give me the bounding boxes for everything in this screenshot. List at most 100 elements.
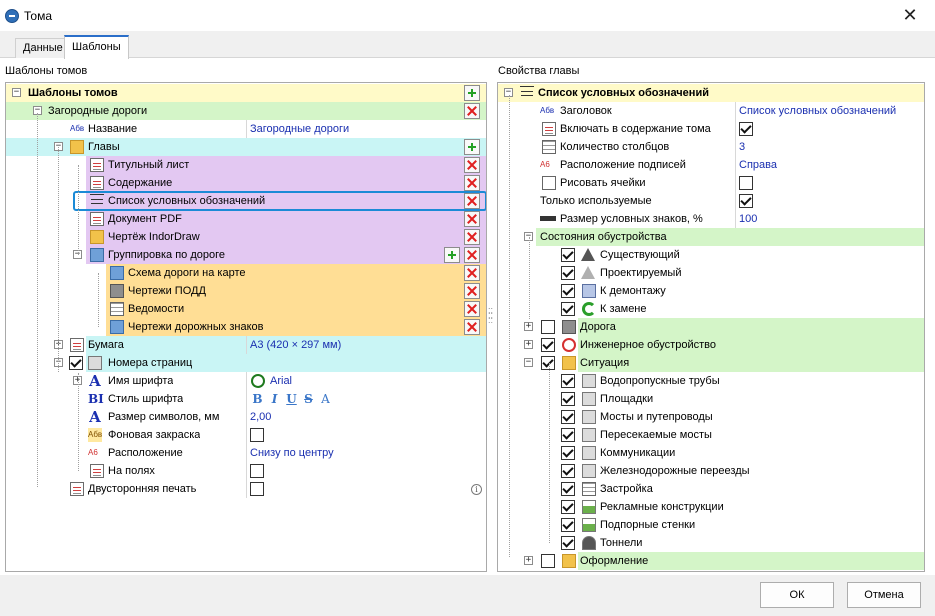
road-row[interactable]: + Дорога: [498, 318, 924, 336]
delete-group-button[interactable]: [464, 103, 480, 119]
situation-item[interactable]: Водопропускные трубы: [498, 372, 924, 390]
design-checkbox[interactable]: [541, 554, 555, 568]
delete-chapter-button[interactable]: [464, 157, 480, 173]
tree-row-page-numbers[interactable]: − Номера страниц: [6, 354, 486, 372]
prop-row-sign-size[interactable]: Размер условных знаков, % 100: [498, 210, 924, 228]
tab-data[interactable]: Данные: [15, 38, 71, 58]
subitem[interactable]: Чертежи ПОДД: [6, 282, 486, 300]
add-template-button[interactable]: [464, 85, 480, 101]
state-item[interactable]: Проектируемый: [498, 264, 924, 282]
situation-item[interactable]: Рекламные конструкции: [498, 498, 924, 516]
situation-item-checkbox[interactable]: [561, 392, 575, 406]
prop-row-include-toc[interactable]: Включать в содержание тома: [498, 120, 924, 138]
cancel-button[interactable]: Отмена: [847, 582, 921, 608]
collapse-icon[interactable]: −: [524, 358, 533, 367]
expand-icon[interactable]: +: [524, 556, 533, 565]
state-item[interactable]: Существующий: [498, 246, 924, 264]
delete-subitem-button[interactable]: [464, 265, 480, 281]
expand-icon[interactable]: +: [524, 322, 533, 331]
situation-checkbox[interactable]: [541, 356, 555, 370]
tree-row-chapters[interactable]: − Главы: [6, 138, 486, 156]
delete-subitem-button[interactable]: [464, 319, 480, 335]
situation-item[interactable]: Коммуникации: [498, 444, 924, 462]
ok-button[interactable]: ОК: [760, 582, 834, 608]
situation-row[interactable]: − Ситуация: [498, 354, 924, 372]
situation-item-checkbox[interactable]: [561, 482, 575, 496]
size-value[interactable]: 2,00: [250, 408, 271, 426]
close-icon[interactable]: ✕: [896, 4, 924, 28]
props-root-row[interactable]: − Список условных обозначений: [498, 84, 924, 102]
situation-item[interactable]: Тоннели: [498, 534, 924, 552]
draw-cells-checkbox[interactable]: [739, 176, 753, 190]
font-name-value[interactable]: Arial: [270, 372, 292, 390]
situation-item-checkbox[interactable]: [561, 536, 575, 550]
prop-row-paper[interactable]: + Бумага А3 (420 × 297 мм): [6, 336, 486, 354]
situation-item-checkbox[interactable]: [561, 518, 575, 532]
design-row[interactable]: + Оформление: [498, 552, 924, 570]
delete-chapter-button[interactable]: [464, 211, 480, 227]
prop-row-caption-pos[interactable]: А6 Расположение подписей Справа: [498, 156, 924, 174]
situation-item-checkbox[interactable]: [561, 446, 575, 460]
used-only-checkbox[interactable]: [739, 194, 753, 208]
subitem[interactable]: Чертежи дорожных знаков: [6, 318, 486, 336]
info-icon[interactable]: i: [471, 484, 482, 495]
situation-item[interactable]: Мосты и путепроводы: [498, 408, 924, 426]
splitter-handle[interactable]: ::::::: [488, 306, 493, 325]
state-checkbox[interactable]: [561, 248, 575, 262]
bold-button[interactable]: B: [249, 390, 266, 408]
expand-icon[interactable]: +: [524, 340, 533, 349]
prop-row-heading[interactable]: Абв Заголовок Список условных обозначени…: [498, 102, 924, 120]
add-chapter-button[interactable]: [464, 139, 480, 155]
tab-templates[interactable]: Шаблоны: [64, 35, 129, 59]
state-item[interactable]: К демонтажу: [498, 282, 924, 300]
engineering-row[interactable]: + Инженерное обустройство: [498, 336, 924, 354]
engineering-checkbox[interactable]: [541, 338, 555, 352]
outline-button[interactable]: A: [317, 390, 334, 408]
collapse-icon[interactable]: −: [12, 88, 21, 97]
delete-subitem-button[interactable]: [464, 283, 480, 299]
add-subitem-button[interactable]: [444, 247, 460, 263]
situation-item-checkbox[interactable]: [561, 410, 575, 424]
underline-button[interactable]: U: [283, 390, 300, 408]
situation-item[interactable]: Площадки: [498, 390, 924, 408]
delete-chapter-button[interactable]: [464, 229, 480, 245]
delete-chapter-button[interactable]: [464, 175, 480, 191]
state-checkbox[interactable]: [561, 302, 575, 316]
margins-checkbox[interactable]: [250, 464, 264, 478]
prop-value[interactable]: 3: [739, 138, 745, 156]
prop-row-duplex[interactable]: Двусторонняя печать i: [6, 480, 486, 498]
state-checkbox[interactable]: [561, 266, 575, 280]
situation-item-checkbox[interactable]: [561, 464, 575, 478]
prop-value[interactable]: Справа: [739, 156, 777, 174]
situation-item[interactable]: Застройка: [498, 480, 924, 498]
situation-item[interactable]: Железнодорожные переезды: [498, 462, 924, 480]
subitem[interactable]: Ведомости: [6, 300, 486, 318]
situation-item[interactable]: Пересекаемые мосты: [498, 426, 924, 444]
road-checkbox[interactable]: [541, 320, 555, 334]
tree-row-group[interactable]: − Загородные дороги: [6, 102, 486, 120]
situation-item-checkbox[interactable]: [561, 374, 575, 388]
include-toc-checkbox[interactable]: [739, 122, 753, 136]
state-checkbox[interactable]: [561, 284, 575, 298]
prop-value[interactable]: 100: [739, 210, 757, 228]
states-group-row[interactable]: − Состояния обустройства: [498, 228, 924, 246]
page-numbers-checkbox[interactable]: [69, 356, 83, 370]
prop-row-columns[interactable]: Количество столбцов 3: [498, 138, 924, 156]
paper-value[interactable]: А3 (420 × 297 мм): [250, 336, 341, 354]
prop-row-draw-cells[interactable]: Рисовать ячейки: [498, 174, 924, 192]
delete-chapter-button[interactable]: [464, 247, 480, 263]
position-value[interactable]: Снизу по центру: [250, 444, 334, 462]
situation-item-checkbox[interactable]: [561, 500, 575, 514]
prop-name-value[interactable]: Загородные дороги: [250, 120, 349, 138]
subitem[interactable]: Схема дороги на карте: [6, 264, 486, 282]
delete-subitem-button[interactable]: [464, 301, 480, 317]
bg-checkbox[interactable]: [250, 428, 264, 442]
prop-row-used-only[interactable]: Только используемые: [498, 192, 924, 210]
situation-item[interactable]: Подпорные стенки: [498, 516, 924, 534]
tree-row-root[interactable]: − Шаблоны томов: [6, 84, 486, 102]
strikeout-button[interactable]: S: [300, 390, 317, 408]
state-item[interactable]: К замене: [498, 300, 924, 318]
situation-item-checkbox[interactable]: [561, 428, 575, 442]
prop-value[interactable]: Список условных обозначений: [739, 102, 896, 120]
prop-row-name[interactable]: Абв Название Загородные дороги: [6, 120, 486, 138]
